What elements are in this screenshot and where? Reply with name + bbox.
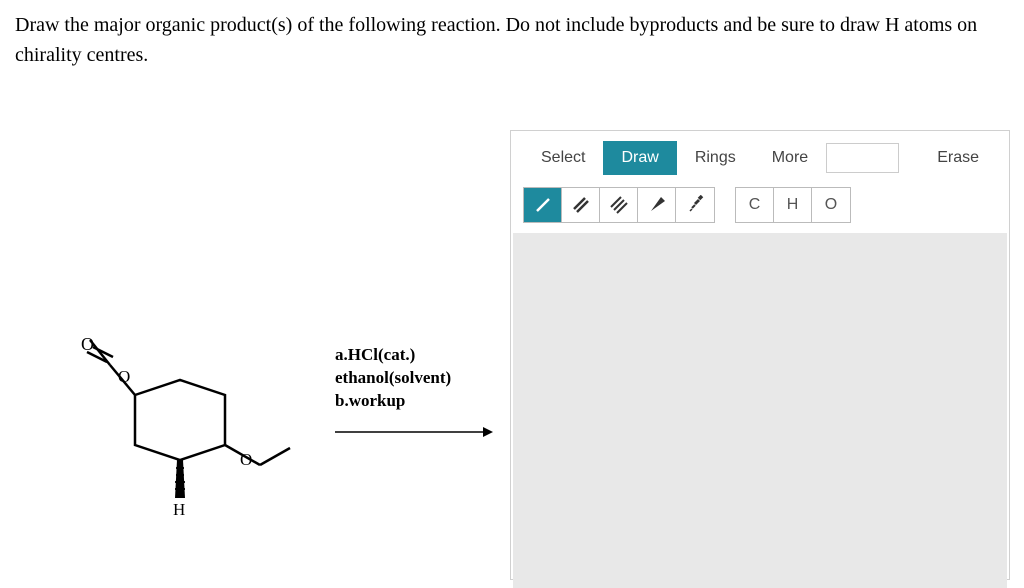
search-input[interactable] <box>826 143 899 173</box>
atom-tool-group: C H O <box>735 187 851 223</box>
cond-solvent: ethanol <box>335 368 389 387</box>
reaction-area: O O O H a.HCl(cat.) ethanol(solvent) <box>15 90 495 520</box>
svg-text:O: O <box>240 450 252 469</box>
atom-h-button[interactable]: H <box>774 188 812 222</box>
reaction-conditions: a.HCl(cat.) ethanol(solvent) b.workup <box>335 345 451 414</box>
cond-a-reagent: HCl <box>348 345 378 364</box>
toolbar-tools: C H O <box>511 183 1009 233</box>
cond-b: b.workup <box>335 391 405 410</box>
atom-o-button[interactable]: O <box>812 188 850 222</box>
reactant-molecule: O O O H <box>65 330 295 535</box>
triple-bond-tool[interactable] <box>600 188 638 222</box>
drawing-canvas[interactable] <box>513 233 1007 588</box>
reaction-arrow <box>335 422 495 447</box>
svg-text:O: O <box>81 334 94 354</box>
wedge-bond-tool[interactable] <box>638 188 676 222</box>
cond-solvent-note: (solvent) <box>389 368 451 387</box>
tab-rings[interactable]: Rings <box>677 141 754 175</box>
tab-more[interactable]: More <box>754 141 826 175</box>
bond-tool-group <box>523 187 715 223</box>
svg-text:O: O <box>118 367 130 386</box>
cond-a-prefix: a. <box>335 345 348 364</box>
svg-text:H: H <box>173 500 185 519</box>
tab-select[interactable]: Select <box>523 141 603 175</box>
question-text: Draw the major organic product(s) of the… <box>0 0 1024 90</box>
tab-draw[interactable]: Draw <box>603 141 676 175</box>
dash-bond-tool[interactable] <box>676 188 714 222</box>
double-bond-tool[interactable] <box>562 188 600 222</box>
toolbar-tabs: Select Draw Rings More Erase <box>511 131 1009 183</box>
drawing-editor: Select Draw Rings More Erase <box>510 130 1010 580</box>
cond-a-note: (cat.) <box>378 345 415 364</box>
atom-c-button[interactable]: C <box>736 188 774 222</box>
erase-button[interactable]: Erase <box>919 141 997 175</box>
single-bond-tool[interactable] <box>524 188 562 222</box>
